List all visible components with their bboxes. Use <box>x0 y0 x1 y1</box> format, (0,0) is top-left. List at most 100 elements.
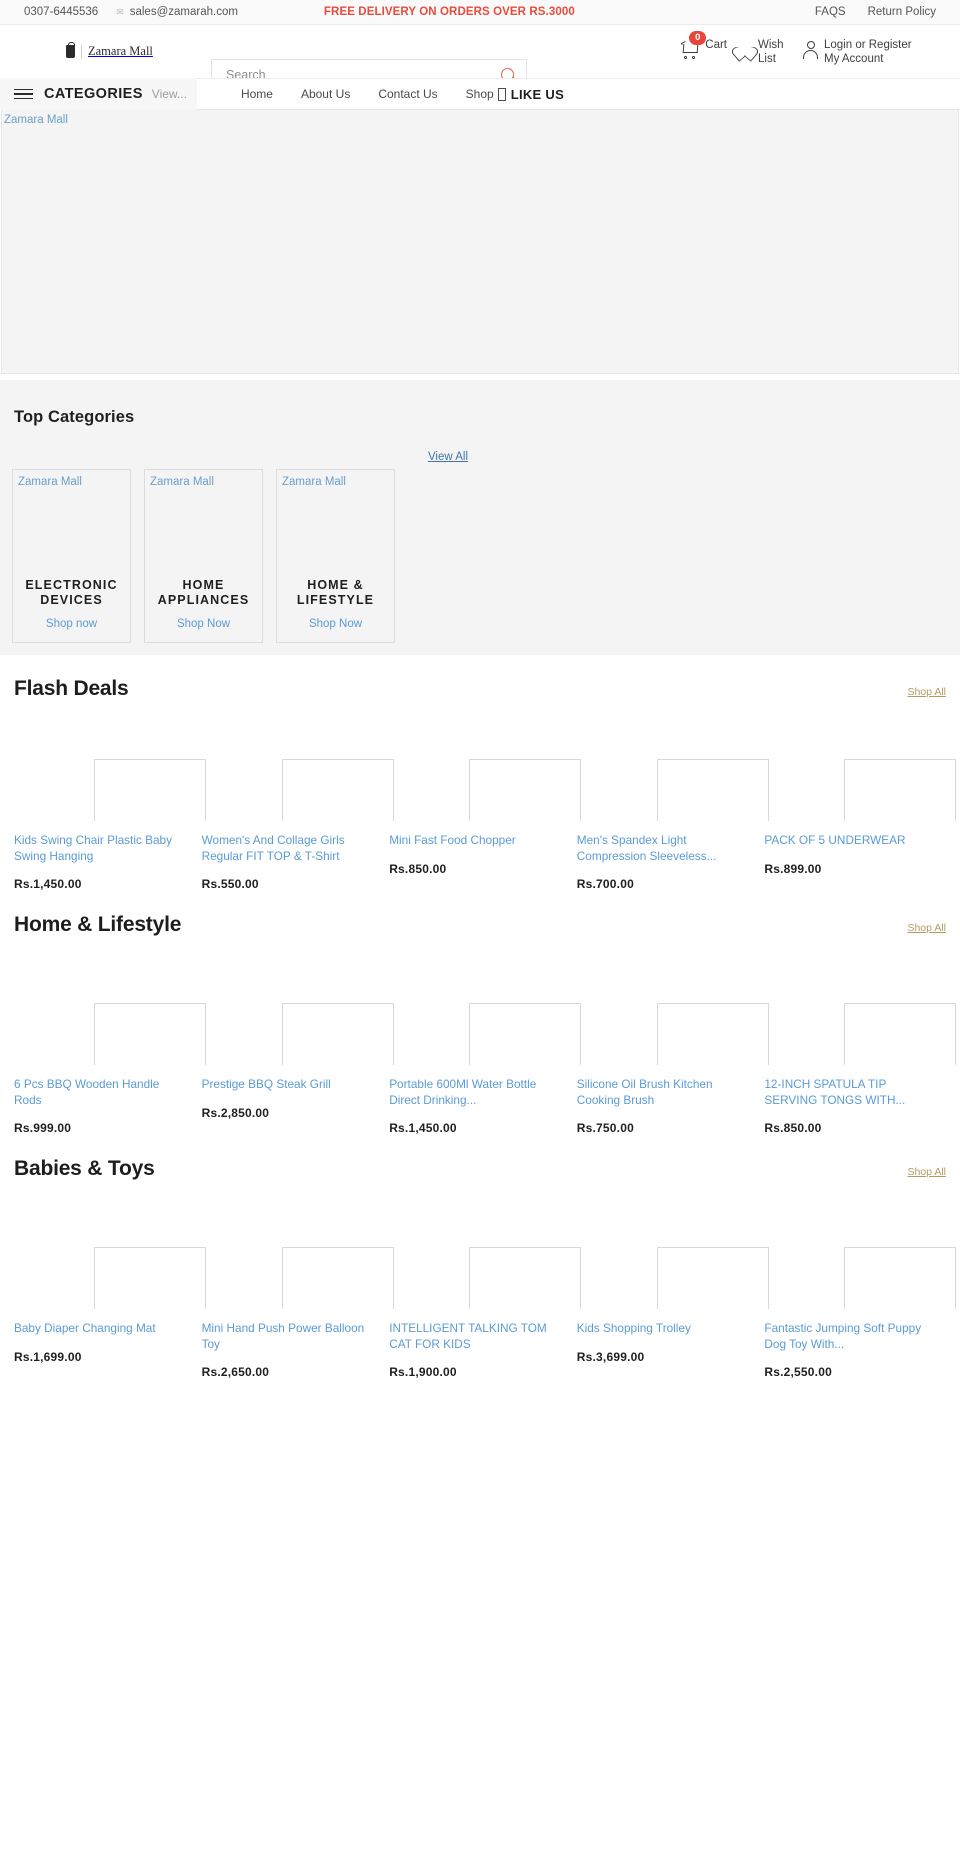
product-name[interactable]: PACK OF 5 UNDERWEAR <box>764 833 932 849</box>
product-name[interactable]: Men's Spandex Light Compression Sleevele… <box>577 833 745 864</box>
section-title: Babies & Toys <box>14 1157 155 1180</box>
product-price: Rs.1,699.00 <box>14 1349 82 1364</box>
product-price: Rs.1,900.00 <box>389 1365 457 1379</box>
email-group: ✉ sales@zamarah.com <box>116 6 238 18</box>
category-thumbnail: Zamara Mall <box>277 470 394 569</box>
product-card[interactable]: Kids Swing Chair Plastic Baby Swing Hang… <box>14 759 206 891</box>
product-name[interactable]: Prestige BBQ Steak Grill <box>202 1077 370 1093</box>
product-card[interactable]: Baby Diaper Changing Mat Rs.1,699.00 <box>14 1247 206 1379</box>
product-thumbnail <box>14 1003 206 1065</box>
cart-link[interactable]: 0 Cart <box>681 30 727 59</box>
site-header: Zamara Mall 0 Cart Wish List Login or Re… <box>0 25 960 90</box>
category-card[interactable]: Zamara Mall ELECTRONIC DEVICES Shop now <box>12 469 131 643</box>
category-card-body: ELECTRONIC DEVICES Shop now <box>13 569 130 642</box>
topbar-links: FAQS Return Policy <box>815 6 936 18</box>
category-card-body: HOME APPLIANCES Shop Now <box>145 569 262 642</box>
category-shop-now-link[interactable]: Shop now <box>17 618 126 630</box>
free-delivery-promo: FREE DELIVERY ON ORDERS OVER RS.3000 <box>323 6 575 18</box>
product-name[interactable]: 6 Pcs BBQ Wooden Handle Rods <box>14 1077 182 1108</box>
product-name[interactable]: Baby Diaper Changing Mat <box>14 1321 182 1337</box>
product-price: Rs.2,550.00 <box>764 1365 832 1379</box>
product-thumbnail <box>389 759 582 821</box>
product-card[interactable]: Prestige BBQ Steak Grill Rs.2,850.00 <box>202 1003 394 1135</box>
phone-number: 0307-6445536 <box>24 6 99 18</box>
category-card[interactable]: Zamara Mall HOME APPLIANCES Shop Now <box>144 469 263 643</box>
product-thumbnail <box>202 1247 394 1309</box>
product-row: Baby Diaper Changing Mat Rs.1,699.00 Min… <box>0 1247 960 1379</box>
categories-menu-button[interactable]: CATEGORIES View... <box>0 78 197 110</box>
product-price: Rs.2,650.00 <box>201 1365 270 1379</box>
brand-logo[interactable]: Zamara Mall <box>66 42 226 59</box>
categories-subtext: View... <box>151 87 187 101</box>
product-price: Rs.700.00 <box>576 877 634 891</box>
product-card[interactable]: 12-INCH SPATULA TIP SERVING TONGS WITH..… <box>764 1003 957 1135</box>
product-name[interactable]: INTELLIGENT TALKING TOM CAT FOR KIDS <box>389 1321 557 1352</box>
category-thumbnail: Zamara Mall <box>13 470 130 569</box>
product-card[interactable]: Mini Hand Push Power Balloon Toy Rs.2,65… <box>201 1247 394 1379</box>
product-card[interactable]: INTELLIGENT TALKING TOM CAT FOR KIDS Rs.… <box>389 1247 582 1379</box>
return-policy-link[interactable]: Return Policy <box>868 6 936 18</box>
product-card[interactable]: PACK OF 5 UNDERWEAR Rs.899.00 <box>764 759 957 891</box>
product-section-home-lifestyle: Home & Lifestyle Shop All 6 Pcs BBQ Wood… <box>0 891 960 1135</box>
account-labels: Login or Register My Account <box>824 38 928 66</box>
product-card[interactable]: Men's Spandex Light Compression Sleevele… <box>576 759 769 891</box>
hero-banner[interactable]: Zamara Mall <box>1 110 959 374</box>
product-card[interactable]: Silicone Oil Brush Kitchen Cooking Brush… <box>576 1003 769 1135</box>
product-card[interactable]: Fantastic Jumping Soft Puppy Dog Toy Wit… <box>764 1247 957 1379</box>
product-section-flash-deals: Flash Deals Shop All Kids Swing Chair Pl… <box>0 655 960 891</box>
product-name[interactable]: Kids Shopping Trolley <box>577 1321 745 1337</box>
product-name[interactable]: Mini Hand Push Power Balloon Toy <box>202 1321 370 1352</box>
main-navbar: CATEGORIES View... Home About Us Contact… <box>0 78 960 110</box>
product-price: Rs.750.00 <box>576 1121 634 1135</box>
nav-item-shop[interactable]: Shop <box>466 87 494 101</box>
login-register-label: Login or Register <box>824 38 912 51</box>
category-image-alt: Zamara Mall <box>150 476 214 488</box>
product-name[interactable]: Kids Swing Chair Plastic Baby Swing Hang… <box>14 833 182 864</box>
product-card[interactable]: Mini Fast Food Chopper Rs.850.00 <box>389 759 582 891</box>
product-price: Rs.3,699.00 <box>576 1349 645 1364</box>
product-name[interactable]: Mini Fast Food Chopper <box>389 833 557 849</box>
product-row: 6 Pcs BBQ Wooden Handle Rods Rs.999.00 P… <box>0 1003 960 1135</box>
shop-all-link[interactable]: Shop All <box>907 686 946 698</box>
shop-all-link[interactable]: Shop All <box>907 1166 946 1178</box>
product-card[interactable]: Kids Shopping Trolley Rs.3,699.00 <box>576 1247 769 1379</box>
product-price: Rs.999.00 <box>14 1121 72 1135</box>
wishlist-link[interactable]: Wish List <box>737 38 792 66</box>
product-thumbnail <box>577 1003 769 1065</box>
product-price: Rs.899.00 <box>764 861 822 876</box>
section-title: Flash Deals <box>14 677 129 700</box>
nav-item-about-us[interactable]: About Us <box>301 87 350 101</box>
product-card[interactable]: Women's And Collage Girls Regular FIT TO… <box>202 759 394 891</box>
categories-label: CATEGORIES <box>44 86 143 102</box>
user-icon <box>802 40 819 59</box>
product-card[interactable]: 6 Pcs BBQ Wooden Handle Rods Rs.999.00 <box>14 1003 206 1135</box>
category-shop-now-link[interactable]: Shop Now <box>149 618 258 630</box>
category-thumbnail: Zamara Mall <box>145 470 262 569</box>
faqs-link[interactable]: FAQS <box>815 6 846 18</box>
product-name[interactable]: Silicone Oil Brush Kitchen Cooking Brush <box>577 1077 745 1108</box>
category-image-alt: Zamara Mall <box>282 476 346 488</box>
view-all-link[interactable]: View All <box>428 451 468 463</box>
top-categories-section: Top Categories View All Zamara Mall ELEC… <box>0 380 960 655</box>
category-card-grid: Zamara Mall ELECTRONIC DEVICES Shop now … <box>0 469 960 643</box>
nav-item-contact-us[interactable]: Contact Us <box>378 87 437 101</box>
product-thumbnail <box>389 1247 582 1309</box>
product-thumbnail <box>14 759 206 821</box>
product-name[interactable]: Portable 600Ml Water Bottle Direct Drink… <box>389 1077 557 1108</box>
category-image-alt: Zamara Mall <box>18 476 82 488</box>
product-name[interactable]: Women's And Collage Girls Regular FIT TO… <box>202 833 370 864</box>
category-card[interactable]: Zamara Mall HOME & LIFESTYLE Shop Now <box>276 469 395 643</box>
product-card[interactable]: Portable 600Ml Water Bottle Direct Drink… <box>389 1003 582 1135</box>
shopping-bag-icon <box>66 42 75 58</box>
account-link[interactable]: Login or Register My Account <box>802 38 928 66</box>
product-name[interactable]: 12-INCH SPATULA TIP SERVING TONGS WITH..… <box>764 1077 932 1108</box>
category-shop-now-link[interactable]: Shop Now <box>281 618 390 630</box>
shop-all-link[interactable]: Shop All <box>907 922 946 934</box>
product-name[interactable]: Fantastic Jumping Soft Puppy Dog Toy Wit… <box>764 1321 932 1352</box>
like-us-group[interactable]: LIKE US <box>497 86 565 102</box>
product-thumbnail <box>14 1247 206 1309</box>
nav-item-home[interactable]: Home <box>241 87 273 101</box>
product-row: Kids Swing Chair Plastic Baby Swing Hang… <box>0 759 960 891</box>
like-us-label: LIKE US <box>510 86 565 102</box>
category-title: ELECTRONIC DEVICES <box>25 578 118 607</box>
